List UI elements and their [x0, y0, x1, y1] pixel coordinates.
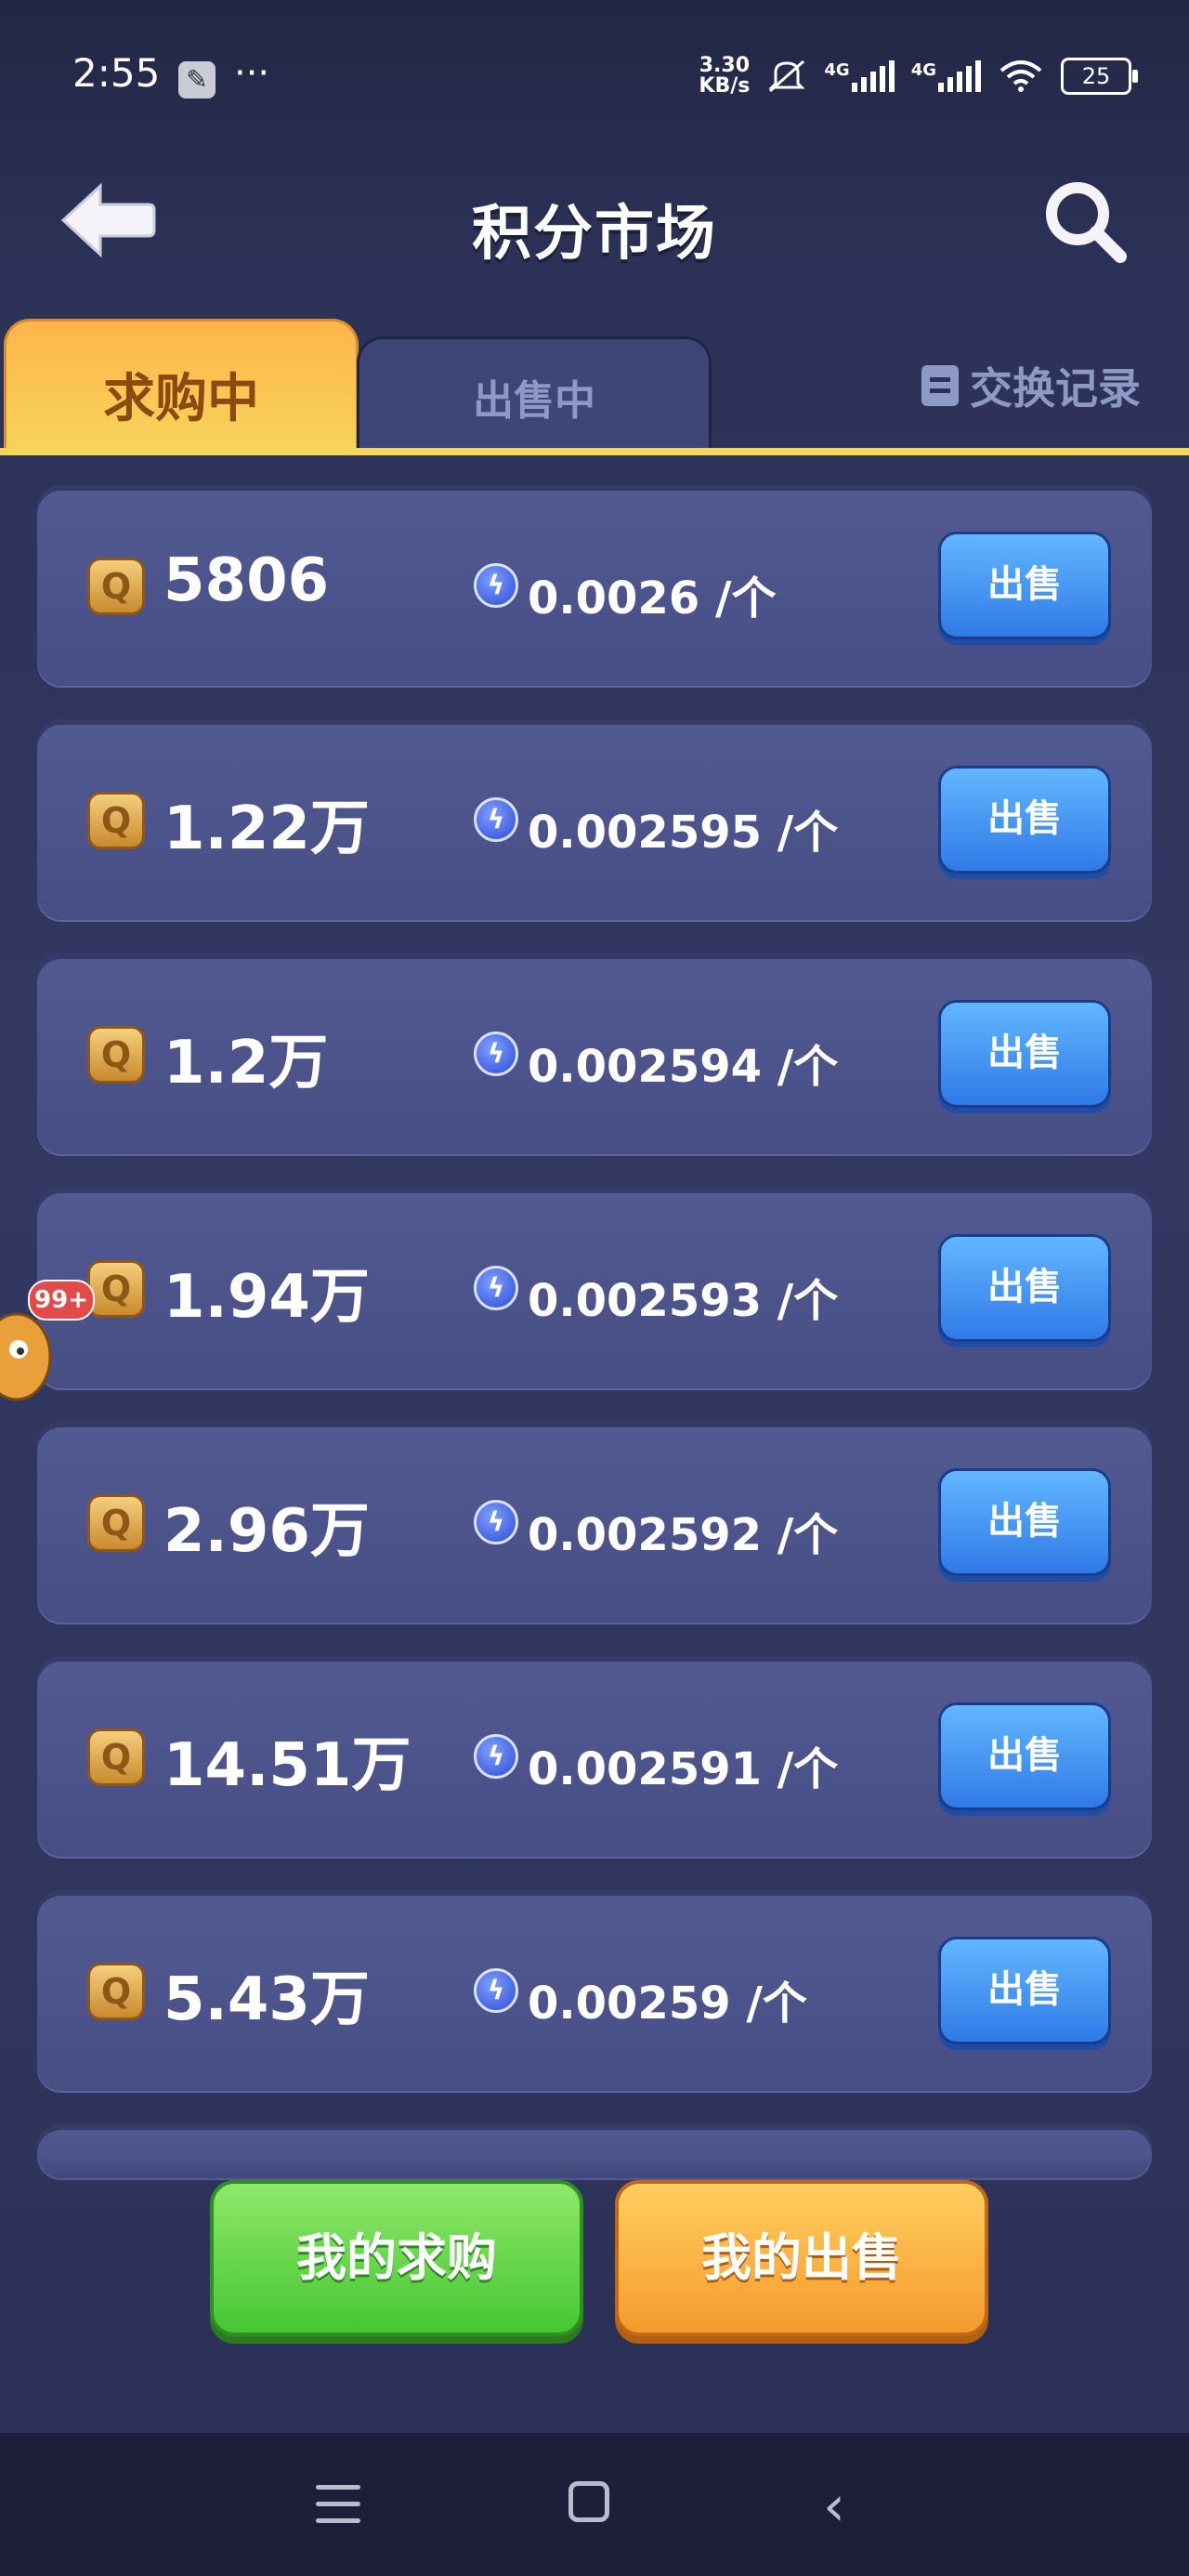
order-price-unit: /个 — [746, 1978, 807, 2030]
exchange-history-link[interactable]: 交换记录 — [921, 355, 1141, 416]
menu-icon[interactable] — [316, 2485, 360, 2524]
order-row: Q 2.96万 ϟ 0.002592 /个 出售 — [37, 1422, 1152, 1624]
network-speed-value: 3.30 — [699, 54, 751, 77]
exchange-history-label: 交换记录 — [970, 363, 1141, 414]
order-price: 0.00259 /个 — [528, 1966, 807, 2031]
nav-back-icon[interactable]: ‹ — [823, 2474, 845, 2539]
my-sell-orders-button[interactable]: 我的出售 — [615, 2180, 988, 2336]
notification-badge: 99+ — [28, 1280, 95, 1321]
order-price-unit: /个 — [777, 807, 839, 859]
bottom-action-area — [0, 2156, 1189, 2435]
order-amount: 1.22万 — [163, 795, 370, 863]
coin-icon: Q — [87, 1728, 145, 1786]
sell-button[interactable]: 出售 — [938, 1000, 1111, 1108]
order-price: 0.002591 /个 — [528, 1732, 838, 1797]
order-price-value: 0.0026 — [528, 572, 700, 624]
status-bar: 2:55 ✎ ··· 3.30 KB/s 4G 4G 25 — [0, 0, 1189, 139]
coin-icon: Q — [87, 1260, 145, 1318]
sell-button[interactable]: 出售 — [938, 1468, 1111, 1576]
order-price-unit: /个 — [777, 1743, 839, 1795]
tab-bar: 求购中 出售中 交换记录 — [0, 316, 1189, 455]
order-amount: 14.51万 — [163, 1731, 412, 1800]
order-amount: 5806 — [163, 546, 330, 615]
order-price-value: 0.002593 — [528, 1275, 763, 1327]
sell-button[interactable]: 出售 — [938, 1234, 1111, 1342]
sell-button[interactable]: 出售 — [938, 532, 1111, 639]
energy-icon: ϟ — [474, 797, 518, 842]
sell-button[interactable]: 出售 — [938, 766, 1111, 874]
tab-selling[interactable]: 出售中 — [357, 336, 712, 453]
order-amount: 2.96万 — [163, 1497, 370, 1566]
order-price-value: 0.002595 — [528, 807, 763, 859]
order-price-value: 0.002591 — [528, 1743, 763, 1795]
coin-icon: Q — [87, 1026, 145, 1084]
order-row: Q 1.2万 ϟ 0.002594 /个 出售 — [37, 953, 1152, 1156]
order-amount: 1.94万 — [163, 1263, 370, 1332]
order-price: 0.0026 /个 — [528, 561, 777, 626]
order-price: 0.002594 /个 — [528, 1030, 838, 1095]
signal-icon-1 — [851, 60, 895, 92]
order-list: Q 5806 ϟ 0.0026 /个 出售 Q 1.22万 ϟ 0.002595… — [37, 485, 1152, 2212]
more-notifications-icon: ··· — [234, 52, 270, 95]
order-price-value: 0.00259 — [528, 1978, 731, 2030]
coin-icon: Q — [87, 792, 145, 849]
network-type-1: 4G — [824, 60, 850, 80]
page-title: 积分市场 — [472, 200, 717, 269]
search-icon[interactable] — [1039, 175, 1131, 268]
network-type-2: 4G — [910, 60, 936, 80]
order-price: 0.002592 /个 — [528, 1498, 838, 1563]
status-time: 2:55 — [72, 50, 161, 96]
tab-selling-label: 出售中 — [473, 377, 595, 425]
wrench-icon: ✎ — [178, 61, 216, 99]
energy-icon: ϟ — [474, 1500, 518, 1544]
order-amount: 1.2万 — [163, 1029, 329, 1097]
coin-icon: Q — [87, 1963, 145, 2020]
coin-icon: Q — [87, 558, 145, 615]
energy-icon: ϟ — [474, 1968, 518, 2013]
order-amount: 5.43万 — [163, 1965, 370, 2034]
home-icon[interactable] — [568, 2481, 609, 2522]
order-price: 0.002593 /个 — [528, 1264, 838, 1329]
order-price-unit: /个 — [777, 1041, 839, 1093]
network-speed: 3.30 KB/s — [699, 56, 750, 97]
order-row: Q 5806 ϟ 0.0026 /个 出售 — [37, 485, 1152, 688]
record-icon — [921, 365, 959, 406]
tab-buying-label: 求购中 — [103, 369, 259, 429]
my-buy-orders-button[interactable]: 我的求购 — [210, 2180, 583, 2336]
tab-underline — [0, 448, 1189, 455]
signal-icon-2 — [938, 60, 981, 92]
energy-icon: ϟ — [474, 563, 518, 608]
order-price: 0.002595 /个 — [528, 795, 838, 861]
status-right-group: 3.30 KB/s 4G 4G 25 — [699, 56, 1138, 97]
mute-icon — [768, 59, 805, 93]
energy-icon: ϟ — [474, 1734, 518, 1779]
battery-icon: 25 — [1061, 58, 1138, 95]
wifi-icon — [1000, 60, 1042, 92]
coin-icon: Q — [87, 1494, 145, 1552]
network-speed-unit: KB/s — [699, 74, 751, 98]
order-row: Q 1.22万 ϟ 0.002595 /个 出售 — [37, 719, 1152, 922]
order-price-value: 0.002592 — [528, 1509, 763, 1561]
order-price-value: 0.002594 — [528, 1041, 763, 1093]
order-price-unit: /个 — [714, 572, 777, 624]
order-price-unit: /个 — [777, 1275, 839, 1327]
header: 积分市场 — [0, 158, 1189, 288]
order-price-unit: /个 — [777, 1509, 839, 1561]
tab-buying[interactable]: 求购中 — [4, 319, 359, 452]
order-row: Q 1.94万 ϟ 0.002593 /个 出售 — [37, 1188, 1152, 1390]
energy-icon: ϟ — [474, 1266, 518, 1310]
order-row: Q 14.51万 ϟ 0.002591 /个 出售 — [37, 1656, 1152, 1859]
sell-button[interactable]: 出售 — [938, 1937, 1111, 2044]
sell-button[interactable]: 出售 — [938, 1702, 1111, 1810]
system-nav-bar: ‹ — [0, 2433, 1189, 2576]
energy-icon: ϟ — [474, 1032, 518, 1076]
order-row: Q 5.43万 ϟ 0.00259 /个 出售 — [37, 1890, 1152, 2093]
